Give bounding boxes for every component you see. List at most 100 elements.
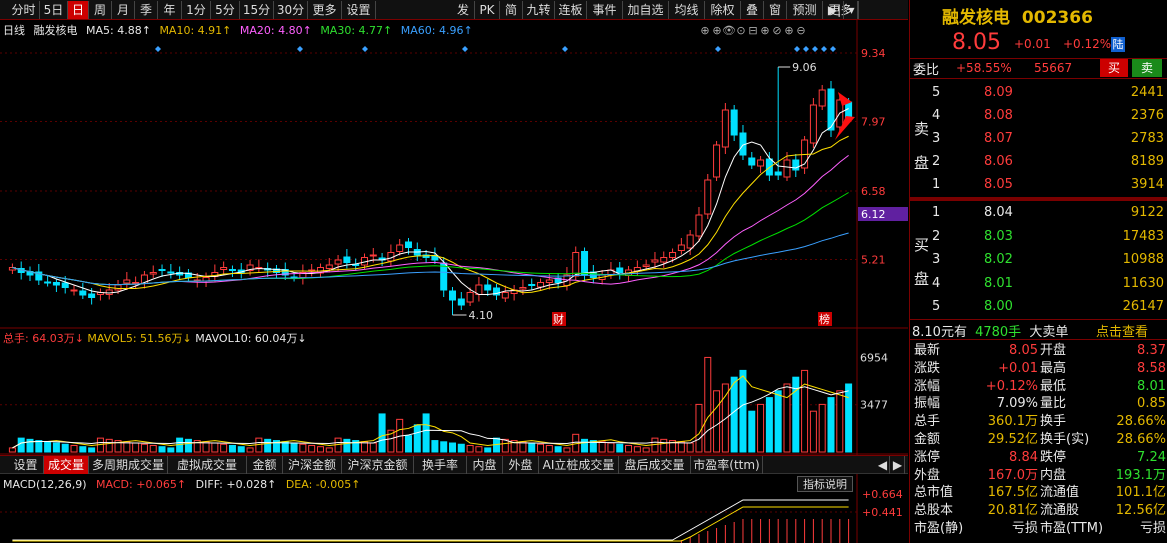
price-change: +0.01: [1014, 37, 1051, 51]
candle-body: [404, 241, 412, 248]
tab-10[interactable]: AI立桩成交量: [539, 456, 619, 474]
toolbar-1[interactable]: 5日: [40, 1, 68, 19]
toolbar-right-11[interactable]: 预测: [787, 1, 823, 19]
toolbar-5[interactable]: 季: [135, 1, 158, 19]
volume-total-label: 总手: 64.03万↓: [3, 332, 84, 345]
dropdown-icon[interactable]: ▾: [846, 1, 858, 19]
event-diamond-icon: [830, 46, 836, 52]
volume-bar: [739, 369, 747, 453]
toolbar-9[interactable]: 15分: [240, 1, 274, 19]
candle-body: [484, 284, 492, 291]
ma20-label: MA20: 4.80↑: [239, 24, 312, 37]
toolbar-8[interactable]: 5分: [211, 1, 240, 19]
toolbar-7[interactable]: 1分: [182, 1, 211, 19]
stat-label: 涨幅: [914, 378, 941, 394]
volume-bar: [457, 443, 465, 453]
tabs-prev-icon[interactable]: ◀: [876, 456, 890, 474]
event-diamond-icon: [562, 46, 568, 52]
volume-bar: [431, 440, 439, 453]
tab-5[interactable]: 沪深金额: [283, 456, 342, 474]
toolbar-right-7[interactable]: 均线: [669, 1, 705, 19]
volume-bar: [774, 390, 782, 453]
toolbar-11[interactable]: 更多: [308, 1, 342, 19]
toolbar-10[interactable]: 30分: [274, 1, 308, 19]
candle-body: [572, 252, 580, 277]
tab-9[interactable]: 外盘: [503, 456, 539, 474]
event-diamond-icon: [297, 46, 303, 52]
bid-row: 3 8.02 10988: [910, 251, 1167, 268]
stat-row: 金额 29.52亿 换手(实) 28.66%: [910, 431, 1167, 448]
tab-8[interactable]: 内盘: [467, 456, 503, 474]
stat-value: 7.24: [1137, 449, 1166, 465]
toolbar-right-6[interactable]: 加自选: [623, 1, 669, 19]
ask-row: 4 8.08 2376: [910, 107, 1167, 124]
volume-axis-label: 3477: [860, 399, 888, 412]
candle-body: [440, 262, 448, 291]
chart-tool-icon: ⊕: [784, 24, 793, 37]
toolbar-6[interactable]: 年: [158, 1, 182, 19]
candle-body: [660, 257, 668, 263]
toolbar-3[interactable]: 周: [89, 1, 112, 19]
candle-body: [343, 256, 351, 263]
tab-0[interactable]: 设置: [8, 456, 44, 474]
candle-body: [132, 282, 140, 284]
stat-value: 0.85: [1137, 396, 1166, 412]
tab-3[interactable]: 虚拟成交量: [168, 456, 247, 474]
price-axis-label: 7.97: [861, 116, 886, 129]
play-icon[interactable]: ▶|: [826, 1, 844, 19]
stat-row: 涨停 8.84 跌停 7.24: [910, 449, 1167, 466]
stock-code: 002366: [1021, 8, 1093, 28]
ask-price: 8.08: [984, 108, 1013, 123]
toolbar-12[interactable]: 设置: [342, 1, 376, 19]
macd-axis-label: +0.441: [862, 506, 903, 519]
indicator-help-button[interactable]: 指标说明: [797, 476, 853, 492]
tab-4[interactable]: 金额: [247, 456, 283, 474]
toolbar-right-8[interactable]: 除权: [705, 1, 741, 19]
volume-bar: [369, 442, 377, 453]
period-label: 日线: [3, 24, 25, 37]
ma-legend: 日线 融发核电 MA5: 4.88↑ MA10: 4.91↑ MA20: 4.8…: [3, 22, 478, 37]
big-order-link[interactable]: 点击查看: [1096, 321, 1148, 340]
volume-bar: [730, 376, 738, 453]
toolbar-right-5[interactable]: 事件: [587, 1, 623, 19]
tab-12[interactable]: 市盈率(ttm): [691, 456, 763, 474]
stock-name-label: 融发核电: [33, 24, 78, 37]
candle-body: [88, 293, 96, 298]
tabs-next-icon[interactable]: ▶: [891, 456, 905, 474]
stat-label: 市盈(TTM): [1040, 521, 1104, 536]
chart-tool-icon: ⊕: [712, 24, 721, 37]
volume-bar: [581, 438, 589, 453]
tab-11[interactable]: 盘后成交量: [619, 456, 691, 474]
toolbar-right-2[interactable]: 简: [500, 1, 523, 19]
bid-level: 2: [932, 228, 941, 244]
toolbar-right-4[interactable]: 连板: [555, 1, 587, 19]
toolbar-right-3[interactable]: 九转: [523, 1, 555, 19]
toolbar-divider: [398, 1, 450, 19]
volume-bar: [642, 447, 650, 453]
candle-body: [79, 290, 87, 296]
toolbar-2[interactable]: 日: [68, 1, 89, 19]
ma10-label: MA10: 4.91↑: [159, 24, 232, 37]
chart-tool-icon: ⊟: [748, 24, 757, 37]
tab-2[interactable]: 多周期成交量: [89, 456, 168, 474]
toolbar-4[interactable]: 月: [112, 1, 135, 19]
toolbar-0[interactable]: 分时: [8, 1, 40, 19]
bid-volume: 11630: [1122, 275, 1164, 291]
toolbar-right-10[interactable]: 窗: [764, 1, 787, 19]
tab-7[interactable]: 换手率: [414, 456, 467, 474]
stock-terminal: 分时 5日日周月季年 1分 5分 15分 30分 更多 设置 发 PK 简九转 连板 事件 加自选 均线 除权…: [0, 0, 1167, 543]
toolbar-right-0[interactable]: 发: [452, 1, 475, 19]
stat-row: 振幅 7.09% 量比 0.85: [910, 395, 1167, 412]
toolbar-right-1[interactable]: PK: [475, 1, 500, 19]
toolbar-right-9[interactable]: 叠: [741, 1, 764, 19]
sell-button[interactable]: 卖: [1132, 59, 1162, 77]
volume-bar: [88, 447, 96, 453]
volume-bar: [17, 437, 25, 453]
tab-1[interactable]: 成交量: [44, 456, 89, 474]
buy-button[interactable]: 买: [1100, 59, 1128, 77]
ask-volume: 8189: [1130, 154, 1164, 169]
bid-level: 1: [932, 205, 941, 220]
tab-6[interactable]: 沪深京金额: [342, 456, 414, 474]
volume-bar: [413, 424, 421, 453]
ask-volume: 2376: [1130, 108, 1164, 123]
